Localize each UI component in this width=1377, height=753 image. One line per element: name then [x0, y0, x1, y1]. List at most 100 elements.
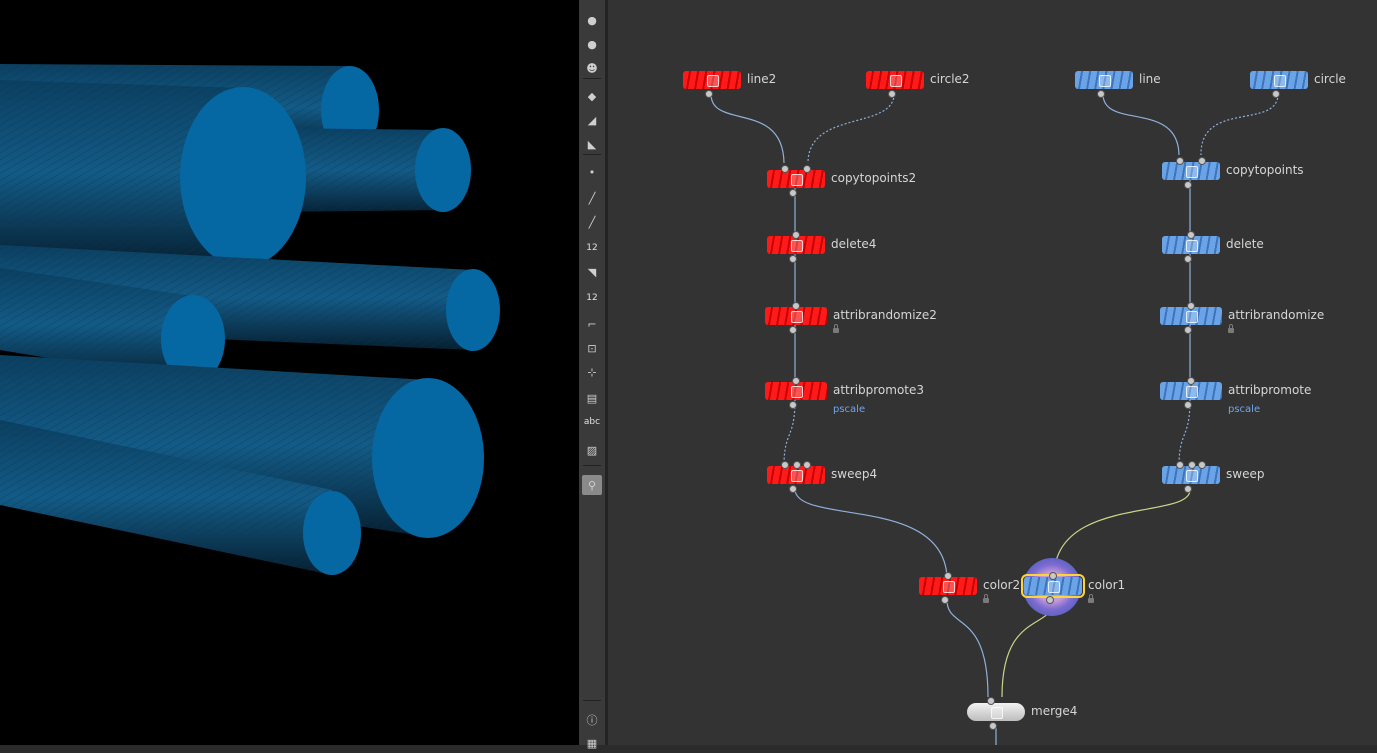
point-number-glyph: 12	[586, 242, 598, 253]
node-copytopoints2-output-port[interactable]	[789, 189, 797, 197]
spot-light-icon[interactable]: ●	[582, 34, 602, 54]
node-sweep4-label[interactable]: sweep4	[831, 467, 877, 481]
primitive-icon[interactable]: ◥	[582, 262, 602, 282]
bounding-box-icon[interactable]: ⊡	[582, 338, 602, 358]
node-delete-label[interactable]: delete	[1226, 237, 1264, 251]
node-line-label[interactable]: line	[1139, 72, 1161, 86]
node-attribpromote3-input-port[interactable]	[792, 377, 800, 385]
frame-icon[interactable]: ⌐	[582, 314, 602, 334]
node-circle2-label[interactable]: circle2	[930, 72, 970, 86]
node-sweep-input-port[interactable]	[1188, 461, 1196, 469]
node-delete4-label[interactable]: delete4	[831, 237, 876, 251]
node-delete4-output-port[interactable]	[789, 255, 797, 263]
node-sweep4-input-port[interactable]	[793, 461, 801, 469]
node-attribpromote3-output-port[interactable]	[789, 401, 797, 409]
spot-light-glyph: ●	[587, 37, 597, 51]
node-sweep-label[interactable]: sweep	[1226, 467, 1264, 481]
attribpromote-sop-icon	[1186, 386, 1198, 398]
text-label-glyph: abc	[583, 416, 601, 427]
node-delete-output-port[interactable]	[1184, 255, 1192, 263]
node-merge4-input-port[interactable]	[987, 697, 995, 705]
node-attribrandomize-output-port[interactable]	[1184, 326, 1192, 334]
image-glyph: ▨	[586, 443, 598, 457]
brush-icon[interactable]: ╱	[582, 212, 602, 232]
node-attribrandomize-label[interactable]: attribrandomize	[1228, 308, 1324, 322]
node-color1-label[interactable]: color1	[1088, 578, 1125, 592]
point-icon[interactable]: •	[582, 162, 602, 182]
camera-icon[interactable]: ◢	[582, 110, 602, 130]
pin-icon[interactable]: ⚲	[582, 475, 602, 495]
node-circle-label[interactable]: circle	[1314, 72, 1346, 86]
node-sweep4-input-port[interactable]	[803, 461, 811, 469]
node-copytopoints2-input-port[interactable]	[781, 165, 789, 173]
node-line2-output-port[interactable]	[705, 90, 713, 98]
node-color2-label[interactable]: color2	[983, 578, 1020, 592]
node-circle2-output-port[interactable]	[888, 90, 896, 98]
node-sweep4-input-port[interactable]	[781, 461, 789, 469]
lock-icon[interactable]	[1088, 594, 1094, 603]
node-color1-output-port[interactable]	[1046, 596, 1054, 604]
normal-icon[interactable]: ⊹	[582, 362, 602, 382]
node-delete4-input-port[interactable]	[792, 231, 800, 239]
light-icon[interactable]: ●	[582, 10, 602, 30]
node-copytopoints2-label[interactable]: copytopoints2	[831, 171, 916, 185]
edge-icon[interactable]: ╱	[582, 188, 602, 208]
node-attribpromote-input-port[interactable]	[1187, 377, 1195, 385]
node-attribpromote-sublabel: pscale	[1228, 404, 1261, 415]
node-merge4[interactable]	[967, 703, 1025, 721]
node-copytopoints-input-port[interactable]	[1176, 157, 1184, 165]
wire-sweep-color1	[1053, 489, 1191, 578]
node-color2-input-port[interactable]	[944, 572, 952, 580]
wire-sweep4-color2	[794, 489, 948, 578]
lock-icon[interactable]	[1228, 324, 1234, 333]
info-icon[interactable]: ⓘ	[582, 710, 602, 730]
lock-icon[interactable]	[833, 324, 839, 333]
node-copytopoints-input-port[interactable]	[1198, 157, 1206, 165]
attribrandomize-sop-icon	[791, 311, 803, 323]
viewport-canvas[interactable]	[0, 0, 579, 745]
node-line2[interactable]	[683, 71, 741, 89]
node-attribrandomize2-output-port[interactable]	[789, 326, 797, 334]
node-line-output-port[interactable]	[1097, 90, 1105, 98]
skull-light-icon[interactable]: ☻	[582, 58, 602, 78]
node-copytopoints2[interactable]	[767, 170, 825, 188]
node-sweep4-output-port[interactable]	[789, 485, 797, 493]
layout-glyph: ▦	[586, 736, 598, 750]
camera-2-glyph: ◣	[587, 137, 597, 151]
camera-icon-2[interactable]: ◣	[582, 134, 602, 154]
node-color2-output-port[interactable]	[941, 596, 949, 604]
node-attribpromote-output-port[interactable]	[1184, 401, 1192, 409]
node-copytopoints2-input-port[interactable]	[803, 165, 811, 173]
text-label-icon[interactable]: abc	[582, 412, 602, 432]
node-circle2[interactable]	[866, 71, 924, 89]
node-attribrandomize-input-port[interactable]	[1187, 302, 1195, 310]
shading-icon[interactable]: ▤	[582, 388, 602, 408]
lock-icon[interactable]	[983, 594, 989, 603]
node-line[interactable]	[1075, 71, 1133, 89]
node-merge4-output-port[interactable]	[989, 722, 997, 730]
node-copytopoints-label[interactable]: copytopoints	[1226, 163, 1304, 177]
node-delete-input-port[interactable]	[1187, 231, 1195, 239]
node-circle[interactable]	[1250, 71, 1308, 89]
node-attribrandomize2-label[interactable]: attribrandomize2	[833, 308, 937, 322]
node-attribpromote3-label[interactable]: attribpromote3	[833, 383, 924, 397]
primitive-glyph: ◥	[587, 265, 597, 279]
node-sweep-output-port[interactable]	[1184, 485, 1192, 493]
node-sweep-input-port[interactable]	[1198, 461, 1206, 469]
node-merge4-label[interactable]: merge4	[1031, 704, 1077, 718]
node-copytopoints-output-port[interactable]	[1184, 181, 1192, 189]
3d-viewport[interactable]	[0, 0, 579, 745]
node-attribpromote-label[interactable]: attribpromote	[1228, 383, 1311, 397]
node-line2-label[interactable]: line2	[747, 72, 776, 86]
primitive-number-icon[interactable]: 12	[582, 288, 602, 308]
node-attribrandomize2-input-port[interactable]	[792, 302, 800, 310]
node-copytopoints[interactable]	[1162, 162, 1220, 180]
geometry-icon[interactable]: ◆	[582, 86, 602, 106]
point-number-icon[interactable]: 12	[582, 238, 602, 258]
node-sweep-input-port[interactable]	[1176, 461, 1184, 469]
image-icon[interactable]: ▨	[582, 440, 602, 460]
layout-icon[interactable]: ▦	[582, 733, 602, 753]
node-circle-output-port[interactable]	[1272, 90, 1280, 98]
node-color1-input-port[interactable]	[1049, 572, 1057, 580]
network-editor[interactable]: line2 circle2 copytopoints2 delete4 attribra…	[608, 0, 1377, 745]
